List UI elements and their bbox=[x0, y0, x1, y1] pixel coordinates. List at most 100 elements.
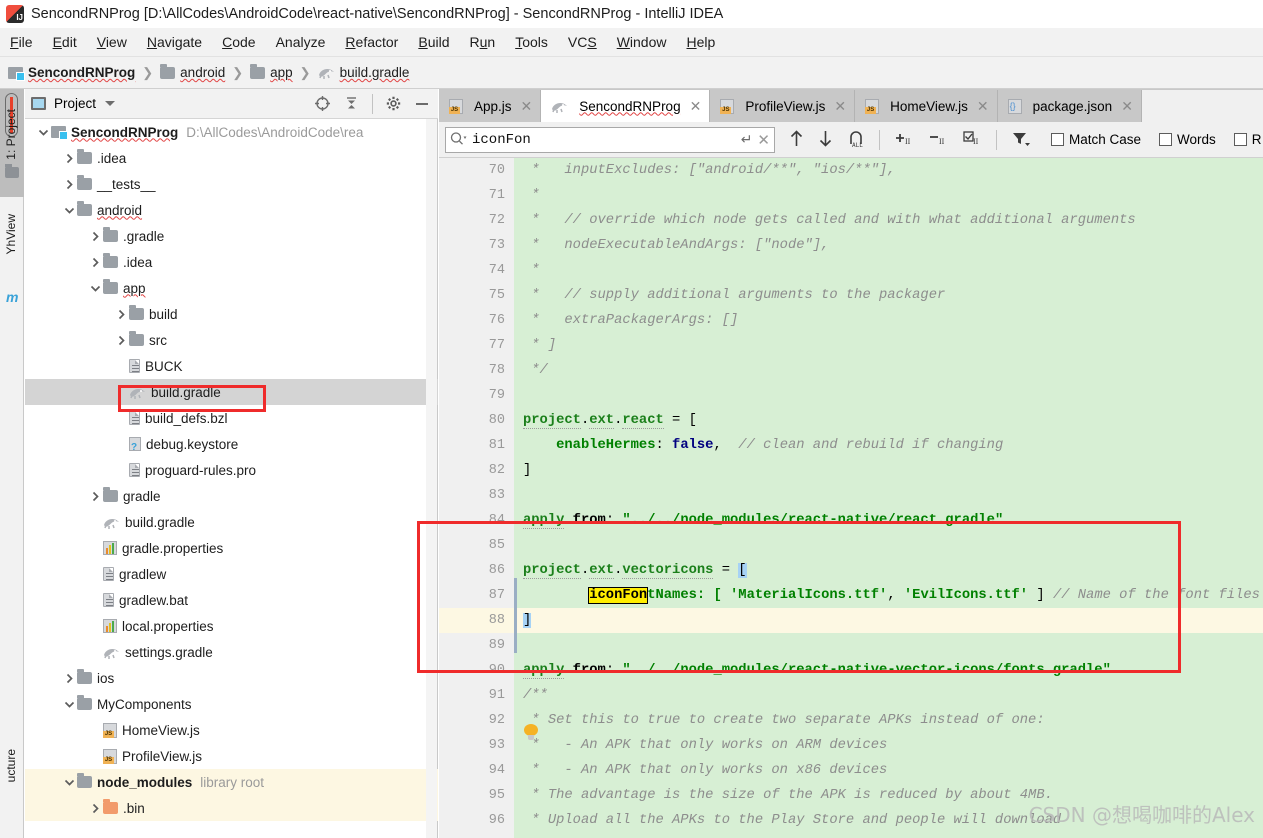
chevron-right-icon[interactable] bbox=[61, 153, 77, 164]
tree-item-gradlew[interactable]: gradlew bbox=[25, 561, 438, 587]
tree-item-build-gradle[interactable]: build.gradle bbox=[25, 509, 438, 535]
code-line[interactable]: * - An APK that only works on x86 device… bbox=[514, 758, 1263, 783]
tree-item-idea[interactable]: .idea bbox=[25, 249, 438, 275]
code-line[interactable]: enableHermes: false, // clean and rebuil… bbox=[514, 433, 1263, 458]
code-editor[interactable]: 70 71 72 73 74 75 76 77 78 79 80 81 82 83 84 85 86 87 88 89… bbox=[439, 158, 1263, 838]
chevron-down-icon[interactable] bbox=[35, 127, 51, 138]
editor-tab-profileview-js[interactable]: JS ProfileView.js ✕ bbox=[710, 90, 856, 122]
menu-item-window[interactable]: Window bbox=[607, 32, 677, 52]
menu-item-run[interactable]: Run bbox=[459, 32, 505, 52]
intention-bulb-icon[interactable] bbox=[524, 724, 538, 741]
code-line[interactable]: /** bbox=[514, 683, 1263, 708]
code-content[interactable]: * inputExcludes: ["android/**", "ios/**"… bbox=[514, 158, 1263, 838]
menu-item-tools[interactable]: Tools bbox=[505, 32, 558, 52]
code-line[interactable]: ] bbox=[514, 608, 1263, 633]
menu-item-navigate[interactable]: Navigate bbox=[137, 32, 212, 52]
menu-item-edit[interactable]: Edit bbox=[43, 32, 87, 52]
breadcrumb-item-project[interactable]: SencondRNProg bbox=[8, 65, 135, 81]
tree-item-mycomponents[interactable]: MyComponents bbox=[25, 691, 438, 717]
tree-item-build-gradle[interactable]: build.gradle bbox=[25, 379, 438, 405]
code-line[interactable]: ] bbox=[514, 458, 1263, 483]
search-icon[interactable] bbox=[450, 131, 467, 149]
code-line[interactable]: * the correct one based on the CPU archi… bbox=[514, 833, 1263, 838]
select-all-lines-icon[interactable]: II bbox=[962, 129, 982, 151]
code-line[interactable]: * Set this to true to create two separat… bbox=[514, 708, 1263, 733]
close-icon[interactable]: ✕ bbox=[834, 98, 846, 115]
tree-item-debug-keystore[interactable]: ? debug.keystore bbox=[25, 431, 438, 457]
code-line[interactable]: project.ext.vectoricons = [ bbox=[514, 558, 1263, 583]
tool-strip-label-yhview[interactable]: YhView bbox=[4, 214, 18, 254]
code-line[interactable]: * bbox=[514, 183, 1263, 208]
chevron-right-icon[interactable] bbox=[87, 491, 103, 502]
code-line[interactable]: * - An APK that only works on ARM device… bbox=[514, 733, 1263, 758]
close-icon[interactable]: ✕ bbox=[690, 98, 702, 115]
tree-item-app[interactable]: app bbox=[25, 275, 438, 301]
tree-item-tests[interactable]: __tests__ bbox=[25, 171, 438, 197]
chevron-down-icon[interactable] bbox=[61, 205, 77, 216]
code-line[interactable]: project.ext.react = [ bbox=[514, 408, 1263, 433]
editor-tab-homeview-js[interactable]: JS HomeView.js ✕ bbox=[855, 90, 998, 122]
line-number-gutter[interactable]: 70 71 72 73 74 75 76 77 78 79 80 81 82 83 84 85 86 87 88 89… bbox=[439, 158, 514, 838]
close-icon[interactable]: ✕ bbox=[757, 131, 770, 149]
menu-item-help[interactable]: Help bbox=[677, 32, 726, 52]
breadcrumb-item-buildgradle[interactable]: build.gradle bbox=[318, 65, 409, 80]
tree-item-ios[interactable]: ios bbox=[25, 665, 438, 691]
gear-icon[interactable] bbox=[386, 96, 401, 111]
code-line[interactable]: * inputExcludes: ["android/**", "ios/**"… bbox=[514, 158, 1263, 183]
chevron-right-icon[interactable] bbox=[87, 803, 103, 814]
breadcrumb-item-android[interactable]: android bbox=[160, 63, 225, 80]
return-icon[interactable]: ↵ bbox=[741, 131, 753, 148]
menu-item-analyze[interactable]: Analyze bbox=[266, 32, 336, 52]
tree-item-buck[interactable]: BUCK bbox=[25, 353, 438, 379]
code-line[interactable]: apply from: "../../node_modules/react-na… bbox=[514, 658, 1263, 683]
locate-icon[interactable] bbox=[314, 95, 331, 112]
minimize-icon[interactable] bbox=[414, 97, 430, 111]
tree-item-gradle[interactable]: .gradle bbox=[25, 223, 438, 249]
close-icon[interactable]: ✕ bbox=[521, 98, 533, 115]
close-icon[interactable]: ✕ bbox=[977, 98, 989, 115]
checkbox-regex[interactable]: R bbox=[1233, 132, 1262, 147]
code-line[interactable] bbox=[514, 483, 1263, 508]
chevron-down-icon[interactable] bbox=[105, 101, 116, 106]
tree-item-local-properties[interactable]: local.properties bbox=[25, 613, 438, 639]
tree-item-build[interactable]: build bbox=[25, 301, 438, 327]
code-line[interactable]: * bbox=[514, 258, 1263, 283]
checkbox-words[interactable]: Words bbox=[1159, 132, 1216, 147]
menu-item-file[interactable]: File bbox=[0, 32, 43, 52]
chevron-right-icon[interactable] bbox=[61, 673, 77, 684]
tree-item-idea[interactable]: .idea bbox=[25, 145, 438, 171]
close-icon[interactable]: ✕ bbox=[1121, 98, 1133, 115]
code-line[interactable]: * // supply additional arguments to the … bbox=[514, 283, 1263, 308]
search-input[interactable]: iconFon ↵ ✕ bbox=[445, 126, 775, 153]
chevron-right-icon[interactable] bbox=[87, 231, 103, 242]
tree-item-gradle-properties[interactable]: gradle.properties bbox=[25, 535, 438, 561]
chevron-right-icon[interactable] bbox=[87, 257, 103, 268]
tool-strip-label-project[interactable]: 1: Project bbox=[4, 109, 18, 160]
select-all-occurrences-icon[interactable]: ALL bbox=[847, 129, 865, 151]
tree-item-build-defs-bzl[interactable]: build_defs.bzl bbox=[25, 405, 438, 431]
tree-item-gradle[interactable]: gradle bbox=[25, 483, 438, 509]
tree-item-settings-gradle[interactable]: settings.gradle bbox=[25, 639, 438, 665]
menu-item-code[interactable]: Code bbox=[212, 32, 265, 52]
editor-tab-package-json[interactable]: {} package.json ✕ bbox=[997, 90, 1142, 122]
search-input-value[interactable]: iconFon bbox=[472, 132, 736, 148]
code-line[interactable]: * // override which node gets called and… bbox=[514, 208, 1263, 233]
code-line[interactable] bbox=[514, 633, 1263, 658]
code-line[interactable] bbox=[514, 383, 1263, 408]
chevron-down-icon[interactable] bbox=[61, 699, 77, 710]
menu-item-vcs[interactable]: VCS bbox=[558, 32, 607, 52]
arrow-up-icon[interactable] bbox=[789, 129, 804, 151]
tree-item-bin[interactable]: .bin bbox=[25, 795, 438, 821]
checkbox-box[interactable] bbox=[1233, 133, 1247, 146]
checkbox-match-case[interactable]: Match Case bbox=[1051, 132, 1141, 147]
checkbox-box[interactable] bbox=[1159, 133, 1173, 146]
checkbox-box[interactable] bbox=[1051, 133, 1064, 146]
filter-icon[interactable] bbox=[1011, 129, 1031, 151]
collapse-all-icon[interactable] bbox=[344, 96, 359, 111]
menu-item-refactor[interactable]: Refactor bbox=[335, 32, 408, 52]
tree-item-gradlew-bat[interactable]: gradlew.bat bbox=[25, 587, 438, 613]
editor-tab-app-js[interactable]: JS App.js ✕ bbox=[439, 90, 542, 122]
chevron-down-icon[interactable] bbox=[87, 283, 103, 294]
tree-item-homeview-js[interactable]: JS HomeView.js bbox=[25, 717, 438, 743]
project-tree[interactable]: SencondRNProg D:\AllCodes\AndroidCode\rea… bbox=[25, 119, 438, 838]
